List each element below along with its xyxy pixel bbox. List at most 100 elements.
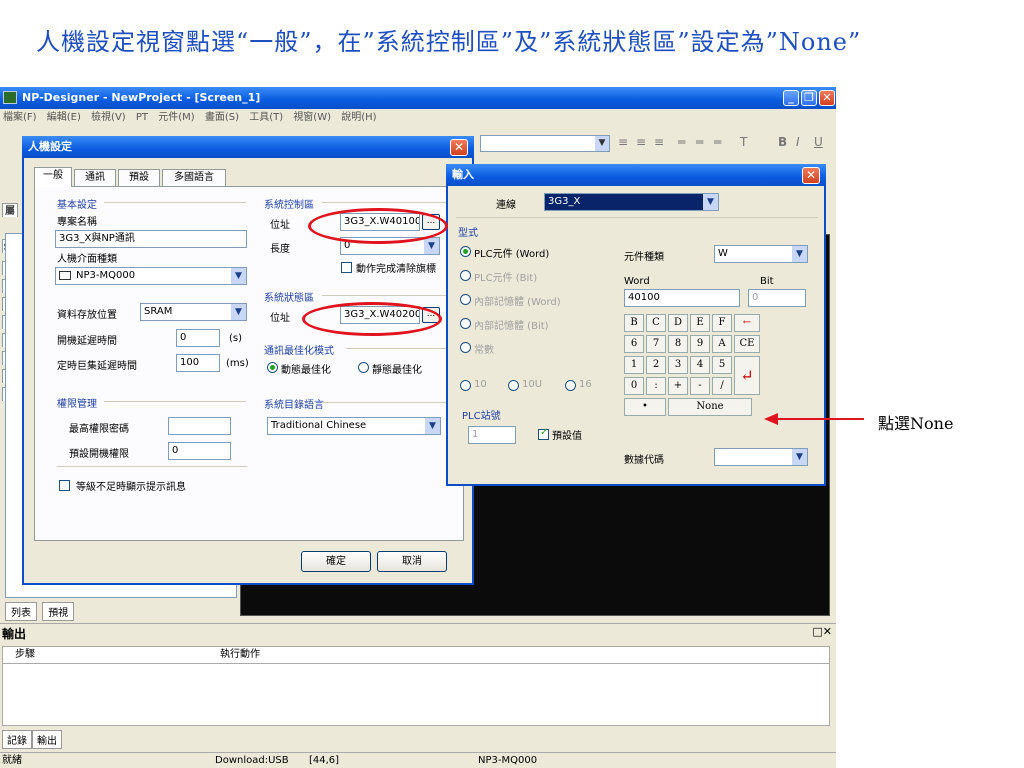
menu-file[interactable]: 檔案(F) xyxy=(3,112,37,123)
key-3-1[interactable]: : xyxy=(646,377,666,395)
key-3-0[interactable]: 0 xyxy=(624,377,644,395)
menu-edit[interactable]: 編輯(E) xyxy=(47,112,81,123)
key-0-0[interactable]: B xyxy=(624,314,644,332)
key-0-4[interactable]: F xyxy=(712,314,732,332)
plc-bit-radio[interactable] xyxy=(460,270,471,281)
valign-top-icon[interactable]: ═ xyxy=(678,135,685,149)
plc-word-radio[interactable] xyxy=(460,246,471,257)
tab-preview[interactable]: 預視 xyxy=(42,602,75,621)
valign-bottom-icon[interactable]: ═ xyxy=(714,135,721,149)
device-type-select[interactable]: W ▼ xyxy=(714,245,808,263)
key-2-4[interactable]: 5 xyxy=(712,356,732,374)
chevron-down-icon: ▼ xyxy=(703,194,718,210)
data-code-select[interactable]: ▼ xyxy=(714,448,808,466)
app-close-icon[interactable]: ✕ xyxy=(819,90,835,106)
dock-tab[interactable]: 屬 xyxy=(2,203,18,217)
key-2-3[interactable]: 4 xyxy=(690,356,710,374)
font-combo[interactable]: ▼ xyxy=(480,135,610,152)
output-close-icon[interactable]: □✕ xyxy=(812,625,832,638)
monitor-icon xyxy=(59,271,71,280)
menu-window[interactable]: 視窗(W) xyxy=(293,112,331,123)
close-icon[interactable]: ✕ xyxy=(802,167,820,184)
key-1-5[interactable]: CE xyxy=(734,335,760,353)
hmi-type-select[interactable]: NP3-MQ000 ▼ xyxy=(55,267,247,285)
control-length-label: 長度 xyxy=(270,244,290,255)
startup-delay-input[interactable]: 0 xyxy=(176,329,220,347)
project-name-input[interactable]: 3G3_X與NP通訊 xyxy=(55,230,247,248)
radix-10-radio[interactable] xyxy=(460,380,471,391)
tab-comm[interactable]: 通訊 xyxy=(74,169,116,187)
key-1-2[interactable]: 8 xyxy=(668,335,688,353)
tab-log[interactable]: 記錄 xyxy=(2,730,32,749)
key-1-1[interactable]: 7 xyxy=(646,335,666,353)
control-area-group-label: 系統控制區 xyxy=(264,200,314,211)
radix-10u-radio[interactable] xyxy=(508,380,519,391)
restore-icon[interactable]: ❐ xyxy=(801,90,817,106)
align-right-icon[interactable]: ≡ xyxy=(654,135,664,149)
none-key[interactable]: None xyxy=(668,398,752,416)
tab-multilang[interactable]: 多國語言 xyxy=(162,169,226,187)
text-color-icon[interactable]: T xyxy=(740,135,747,149)
align-center-icon[interactable]: ≡ xyxy=(636,135,646,149)
key-2-0[interactable]: 1 xyxy=(624,356,644,374)
key-3-3[interactable]: - xyxy=(690,377,710,395)
poll-delay-input[interactable]: 100 xyxy=(176,354,220,372)
tab-preset[interactable]: 預設 xyxy=(118,169,160,187)
mem-bit-radio[interactable] xyxy=(460,318,471,329)
italic-icon[interactable]: I xyxy=(796,135,800,149)
menu-tools[interactable]: 工具(T) xyxy=(249,112,283,123)
storage-select[interactable]: SRAM ▼ xyxy=(140,303,247,321)
bit-spinner[interactable]: 0 xyxy=(748,289,806,307)
key-2-2[interactable]: 3 xyxy=(668,356,688,374)
group-divider xyxy=(322,402,448,403)
max-password-input[interactable] xyxy=(168,417,231,435)
panel-tabs: 列表 預視 xyxy=(5,602,76,621)
align-left-icon[interactable]: ≡ xyxy=(618,135,628,149)
mem-word-radio[interactable] xyxy=(460,294,471,305)
key-0-5[interactable]: ← xyxy=(734,314,760,332)
key-0-1[interactable]: C xyxy=(646,314,666,332)
key-3-4[interactable]: / xyxy=(712,377,732,395)
type-group-label: 型式 xyxy=(458,228,478,239)
menu-object[interactable]: 元件(M) xyxy=(158,112,194,123)
enter-key[interactable]: ↵ xyxy=(734,356,760,395)
key-1-4[interactable]: A xyxy=(712,335,732,353)
ok-button[interactable]: 確定 xyxy=(301,551,371,572)
group-divider xyxy=(57,466,247,467)
station-default-checkbox[interactable] xyxy=(538,427,549,440)
tab-list[interactable]: 列表 xyxy=(5,602,37,621)
static-opt-radio[interactable] xyxy=(358,362,369,373)
menu-pt[interactable]: PT xyxy=(136,112,148,123)
key-0-2[interactable]: D xyxy=(668,314,688,332)
bold-icon[interactable]: B xyxy=(778,135,787,149)
dynamic-opt-radio[interactable] xyxy=(267,362,278,373)
key-2-1[interactable]: 2 xyxy=(646,356,666,374)
close-icon[interactable]: ✕ xyxy=(450,139,468,156)
radix-16-radio[interactable] xyxy=(565,380,576,391)
tab-output[interactable]: 輸出 xyxy=(32,730,62,749)
connection-select[interactable]: 3G3_X ▼ xyxy=(544,193,719,211)
cancel-button[interactable]: 取消 xyxy=(377,551,447,572)
storage-value: SRAM xyxy=(144,306,173,317)
station-spinner[interactable]: 1 xyxy=(468,426,516,444)
clear-flag-checkbox[interactable] xyxy=(341,262,352,273)
key-0-3[interactable]: E xyxy=(690,314,710,332)
constant-radio[interactable] xyxy=(460,342,471,353)
menu-view[interactable]: 檢視(V) xyxy=(91,112,126,123)
default-level-input[interactable]: 0 xyxy=(168,442,231,460)
valign-middle-icon[interactable]: ═ xyxy=(696,135,703,149)
key-1-3[interactable]: 9 xyxy=(690,335,710,353)
minimize-icon[interactable]: _ xyxy=(783,90,799,106)
hmi-dialog-title-bar: 人機設定 ✕ xyxy=(22,136,474,158)
word-input[interactable]: 40100 xyxy=(624,289,740,307)
menu-screen[interactable]: 畫面(S) xyxy=(205,112,239,123)
insufficient-level-checkbox[interactable] xyxy=(59,480,70,491)
lang-select[interactable]: Traditional Chinese ▼ xyxy=(267,417,441,435)
tab-general[interactable]: 一般 xyxy=(34,167,72,187)
group-divider xyxy=(346,348,448,349)
underline-icon[interactable]: U xyxy=(814,135,823,149)
dot-key[interactable]: • xyxy=(624,398,666,416)
menu-help[interactable]: 說明(H) xyxy=(341,112,376,123)
key-1-0[interactable]: 6 xyxy=(624,335,644,353)
key-3-2[interactable]: + xyxy=(668,377,688,395)
